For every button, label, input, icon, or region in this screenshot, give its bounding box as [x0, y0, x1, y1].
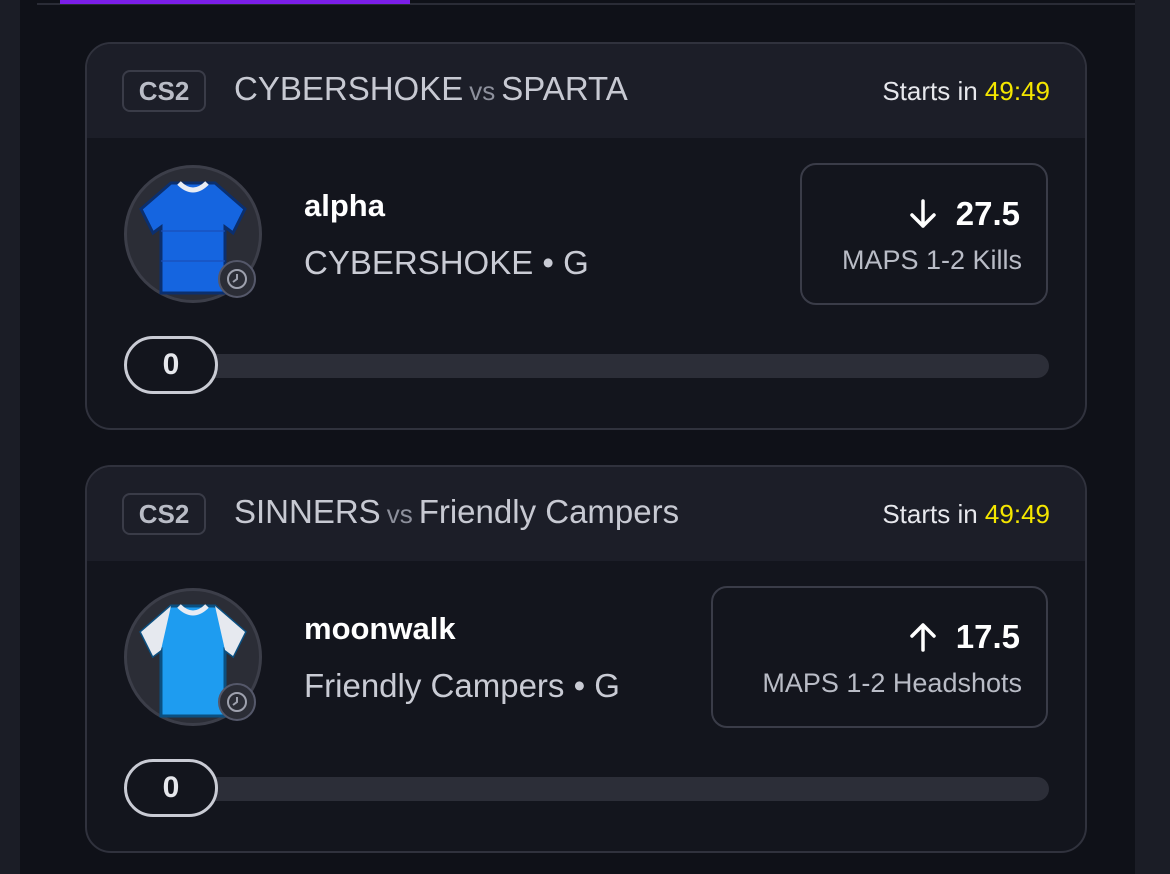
card-header: CS2 SINNERS vs Friendly Campers Starts in …: [87, 467, 1085, 561]
stat-label: MAPS 1-2 Headshots: [762, 668, 1022, 698]
line-value-row: 27.5: [908, 195, 1020, 233]
card-header: CS2 CYBERSHOKE vs SPARTA Starts in 49:49: [87, 44, 1085, 138]
player-team-position: Friendly Campers • G: [304, 667, 620, 704]
progress-value: 0: [124, 759, 218, 817]
player-name: moonwalk: [304, 611, 456, 646]
vs-label: vs: [386, 499, 413, 529]
starts-label: Starts in: [882, 499, 978, 529]
right-panel-edge: [1135, 0, 1170, 874]
line-value: 27.5: [955, 195, 1020, 232]
line-value: 17.5: [955, 618, 1020, 655]
clock-icon: [218, 260, 256, 298]
match-title: CYBERSHOKE vs SPARTA: [234, 70, 628, 108]
progress-value: 0: [124, 336, 218, 394]
stat-label: MAPS 1-2 Kills: [841, 245, 1022, 275]
game-badge: CS2: [122, 70, 206, 112]
player-team-position: CYBERSHOKE • G: [304, 244, 589, 281]
projection-line-button[interactable]: 27.5 MAPS 1-2 Kills: [800, 163, 1048, 305]
game-badge: CS2: [122, 493, 206, 535]
progress-track: [127, 777, 1049, 801]
up-arrow-icon: [910, 623, 936, 652]
team-a-name: CYBERSHOKE: [234, 70, 464, 107]
countdown-time: 49:49: [984, 76, 1050, 106]
team-b-name: SPARTA: [501, 70, 628, 107]
match-title: SINNERS vs Friendly Campers: [234, 493, 679, 531]
start-countdown: Starts in 49:49: [882, 499, 1050, 530]
projection-line-button[interactable]: 17.5 MAPS 1-2 Headshots: [711, 586, 1048, 728]
player-name: alpha: [304, 188, 385, 223]
down-arrow-icon: [910, 199, 936, 228]
start-countdown: Starts in 49:49: [882, 76, 1050, 107]
clock-icon: [218, 683, 256, 721]
left-panel-edge: [0, 0, 20, 874]
starts-label: Starts in: [882, 76, 978, 106]
team-b-name: Friendly Campers: [418, 493, 680, 530]
vs-label: vs: [469, 76, 496, 106]
projection-card[interactable]: CS2 SINNERS vs Friendly Campers Starts in …: [85, 465, 1087, 853]
projection-card[interactable]: CS2 CYBERSHOKE vs SPARTA Starts in 49:49 a…: [85, 42, 1087, 430]
countdown-time: 49:49: [984, 499, 1050, 529]
line-value-row: 17.5: [908, 618, 1020, 656]
active-tab-indicator: [60, 0, 410, 4]
progress-track: [127, 354, 1049, 378]
projections-list: CS2 CYBERSHOKE vs SPARTA Starts in 49:49 a…: [37, 0, 1135, 874]
team-a-name: SINNERS: [234, 493, 381, 530]
